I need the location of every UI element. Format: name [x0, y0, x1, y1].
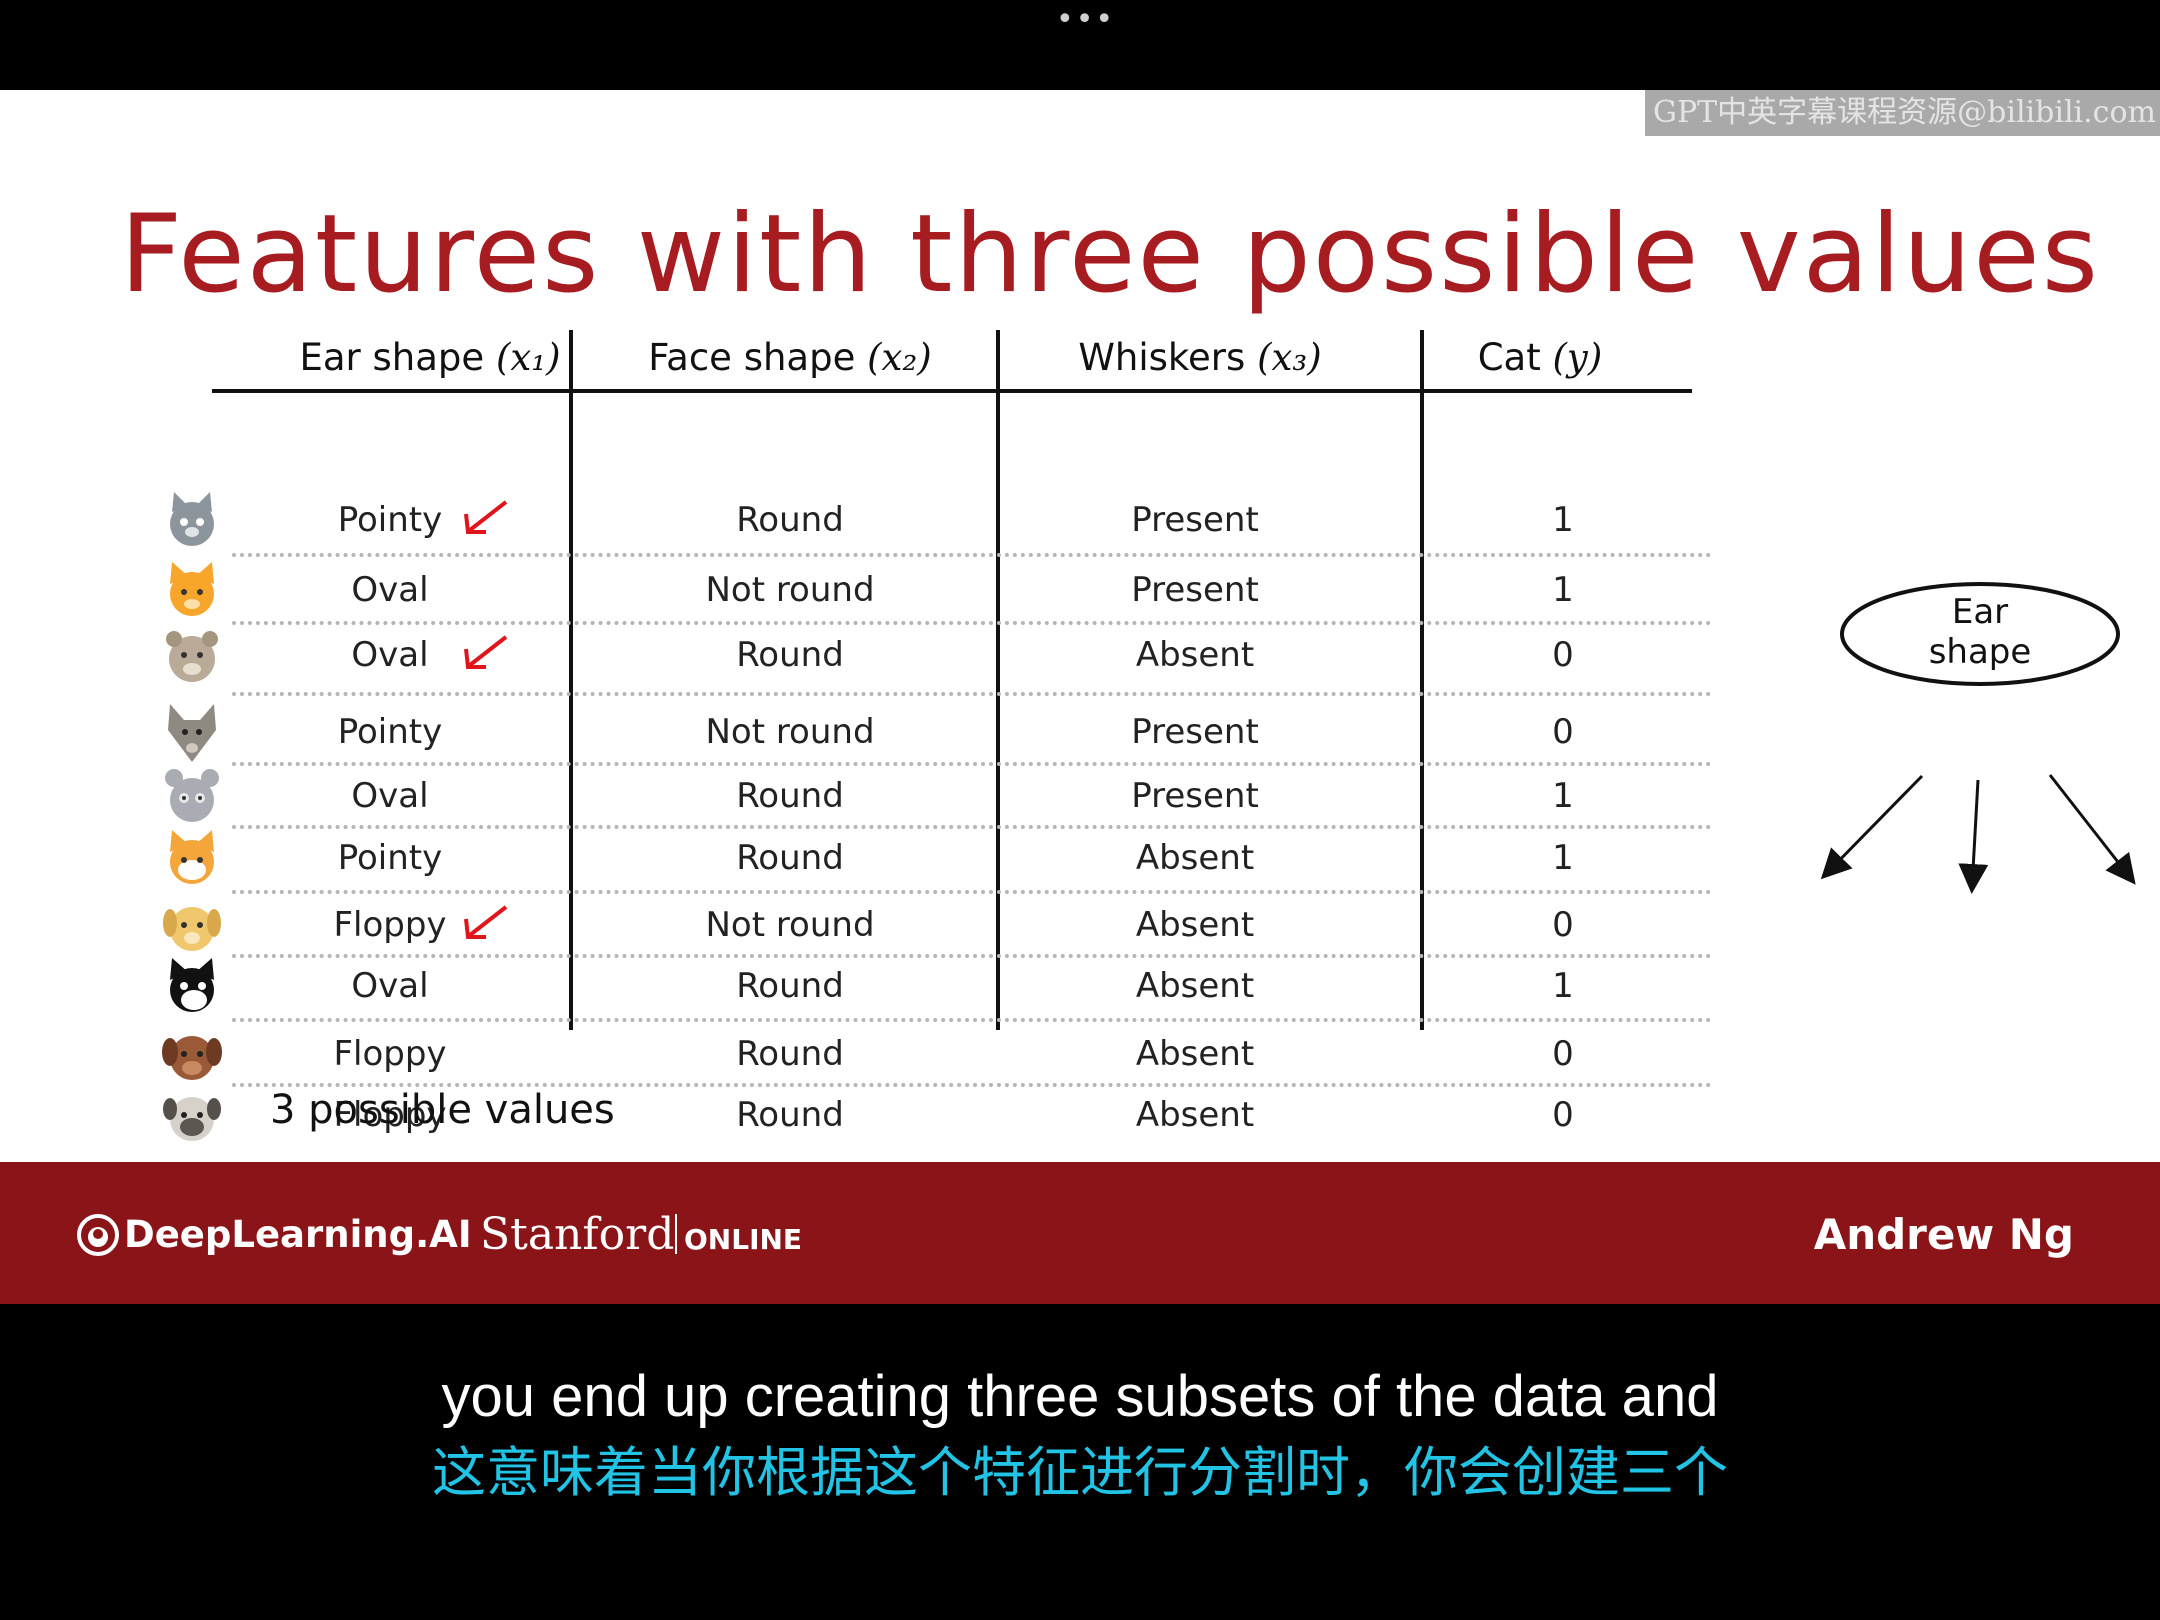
- cat-label-cell: 1: [1552, 838, 1574, 878]
- orange-white-cat-icon: [170, 830, 214, 884]
- possible-values-note: 3 possible values: [270, 1087, 615, 1133]
- cat-label-cell: 1: [1552, 500, 1574, 540]
- stanford-divider: [675, 1214, 677, 1254]
- whiskers-cell: Absent: [1135, 1034, 1255, 1074]
- column-header-label: Whiskers: [1078, 336, 1246, 379]
- whiskers-cell: Absent: [1135, 905, 1255, 945]
- header-rule: [212, 389, 1692, 393]
- table-row: Pointy Not round Present 0: [0, 702, 1780, 766]
- cat-label-cell: 1: [1552, 570, 1574, 610]
- cat-label-cell: 0: [1552, 905, 1574, 945]
- deeplearning-ai-logo: DeepLearning.AI: [76, 1210, 472, 1260]
- stanford-online-label: ONLINE: [684, 1223, 803, 1256]
- table-row: Pointy Round Absent 1: [0, 828, 1780, 894]
- row-separator: [232, 692, 1712, 696]
- table-row: Floppy Round Absent 0: [0, 1085, 1780, 1145]
- root-node-label-line: Ear: [1951, 592, 2009, 632]
- stanford-logo: Stanford: [480, 1209, 675, 1260]
- subtitle-chinese: 这意味着当你根据这个特征进行分割时，你会创建三个: [432, 1441, 1728, 1504]
- whiskers-cell: Present: [1131, 500, 1259, 540]
- table-row: Pointy Round Present 1: [0, 490, 1780, 557]
- whiskers-cell: Absent: [1135, 635, 1255, 675]
- table-row: Oval Round Absent 0: [0, 625, 1780, 696]
- root-node-label-line: shape: [1928, 632, 2032, 672]
- cat-label-cell: 1: [1552, 966, 1574, 1006]
- column-header-cat: Cat (y): [1440, 328, 1640, 388]
- whiskers-cell: Present: [1131, 776, 1259, 816]
- whiskers-cell: Absent: [1135, 838, 1255, 878]
- player-top-bar: •••: [0, 0, 2160, 90]
- column-header-whiskers: Whiskers (x₃): [1010, 328, 1390, 388]
- face-shape-cell: Round: [736, 776, 844, 816]
- ear-shape-cell: Oval: [351, 570, 429, 610]
- tuxedo-cat-icon: [170, 958, 214, 1012]
- deeplearning-logo-icon: [77, 1214, 119, 1256]
- cat-label-cell: 0: [1552, 1095, 1574, 1135]
- column-header-label: Face shape: [648, 336, 856, 379]
- face-shape-cell: Round: [736, 1034, 844, 1074]
- whiskers-cell: Absent: [1135, 966, 1255, 1006]
- branch-arrow-middle: [1958, 779, 1989, 894]
- column-header-face-shape: Face shape (x₂): [600, 328, 980, 388]
- column-header-variable: (x₁): [495, 336, 561, 379]
- red-arrow-icon: [464, 905, 508, 939]
- face-shape-cell: Not round: [705, 905, 875, 945]
- ear-shape-cell: Pointy: [337, 712, 443, 752]
- column-header-ear-shape: Ear shape (x₁): [280, 328, 580, 388]
- column-header-variable: (x₃): [1257, 336, 1322, 379]
- features-table: Ear shape (x₁) Face shape (x₂) Whiskers …: [0, 90, 1780, 1162]
- branch-arrow-right: [2048, 774, 2136, 885]
- table-row: Oval Round Present 1: [0, 766, 1780, 829]
- ear-shape-cell: Oval: [351, 966, 429, 1006]
- yellow-dog-icon: [163, 907, 221, 951]
- face-shape-cell: Round: [736, 838, 844, 878]
- cat-label-cell: 0: [1552, 712, 1574, 752]
- gray-kitten-icon: [165, 769, 219, 822]
- face-shape-cell: Round: [736, 500, 844, 540]
- red-arrow-icon: [464, 500, 508, 534]
- red-arrow-icon: [464, 635, 508, 669]
- brand-name: DeepLearning.AI: [124, 1213, 472, 1256]
- face-shape-cell: Round: [736, 1095, 844, 1135]
- whiskers-cell: Present: [1131, 570, 1259, 610]
- subtitle-english: you end up creating three subsets of the…: [441, 1364, 1719, 1429]
- brown-dog-icon: [162, 1036, 222, 1080]
- whiskers-cell: Absent: [1135, 1095, 1255, 1135]
- cat-label-cell: 0: [1552, 1034, 1574, 1074]
- column-header-label: Ear shape: [299, 336, 485, 379]
- orange-cat-icon: [170, 562, 214, 616]
- column-header-variable: (x₂): [867, 336, 932, 379]
- face-shape-cell: Not round: [705, 712, 875, 752]
- more-options-icon[interactable]: •••: [1056, 5, 1113, 35]
- table-row: Floppy Not round Absent 0: [0, 895, 1780, 958]
- row-separator: [232, 553, 1712, 557]
- column-header-variable: (y): [1552, 336, 1603, 379]
- lecture-slide: GPT中英字幕课程资源@bilibili.com Features with t…: [0, 90, 2160, 1162]
- ear-shape-cell: Oval: [351, 776, 429, 816]
- cat-label-cell: 0: [1552, 635, 1574, 675]
- tan-dog-icon: [166, 631, 218, 682]
- cat-label-cell: 1: [1552, 776, 1574, 816]
- root-node-label: Ear shape: [1860, 592, 2100, 672]
- wolf-icon: [168, 704, 216, 762]
- face-shape-cell: Not round: [705, 570, 875, 610]
- pug-dog-icon: [163, 1097, 221, 1141]
- column-header-label: Cat: [1477, 336, 1541, 379]
- author-name: Andrew Ng: [1813, 1210, 2074, 1259]
- face-shape-cell: Round: [736, 966, 844, 1006]
- table-row: Oval Not round Present 1: [0, 560, 1780, 625]
- row-separator: [232, 1018, 1712, 1022]
- ear-shape-cell: Floppy: [333, 1034, 447, 1074]
- branch-arrow-left: [1820, 774, 1924, 880]
- gray-cat-icon: [170, 492, 214, 546]
- whiskers-cell: Present: [1131, 712, 1259, 752]
- ear-shape-cell: Pointy: [337, 838, 443, 878]
- row-separator: [232, 890, 1712, 894]
- table-row: Oval Round Absent 1: [0, 956, 1780, 1022]
- face-shape-cell: Round: [736, 635, 844, 675]
- table-row: Floppy Round Absent 0: [0, 1024, 1780, 1087]
